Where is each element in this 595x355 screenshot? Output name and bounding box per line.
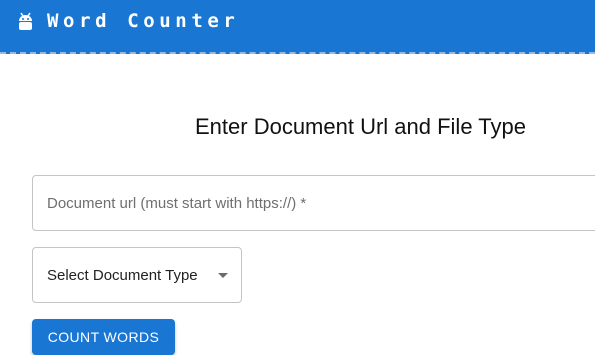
document-type-select[interactable]: Select Document Type — [32, 247, 242, 303]
count-words-button[interactable]: COUNT WORDS — [32, 319, 175, 355]
document-url-field[interactable]: Document url (must start with https://) … — [32, 175, 595, 231]
app-title: Word Counter — [47, 10, 240, 32]
app-bar: Word Counter — [0, 0, 595, 54]
dropdown-arrow-icon — [218, 273, 228, 278]
document-url-placeholder: Document url (must start with https://) … — [47, 195, 307, 212]
document-type-selected-value: Select Document Type — [47, 267, 198, 284]
android-icon — [19, 12, 32, 30]
page-heading: Enter Document Url and File Type — [195, 114, 526, 139]
